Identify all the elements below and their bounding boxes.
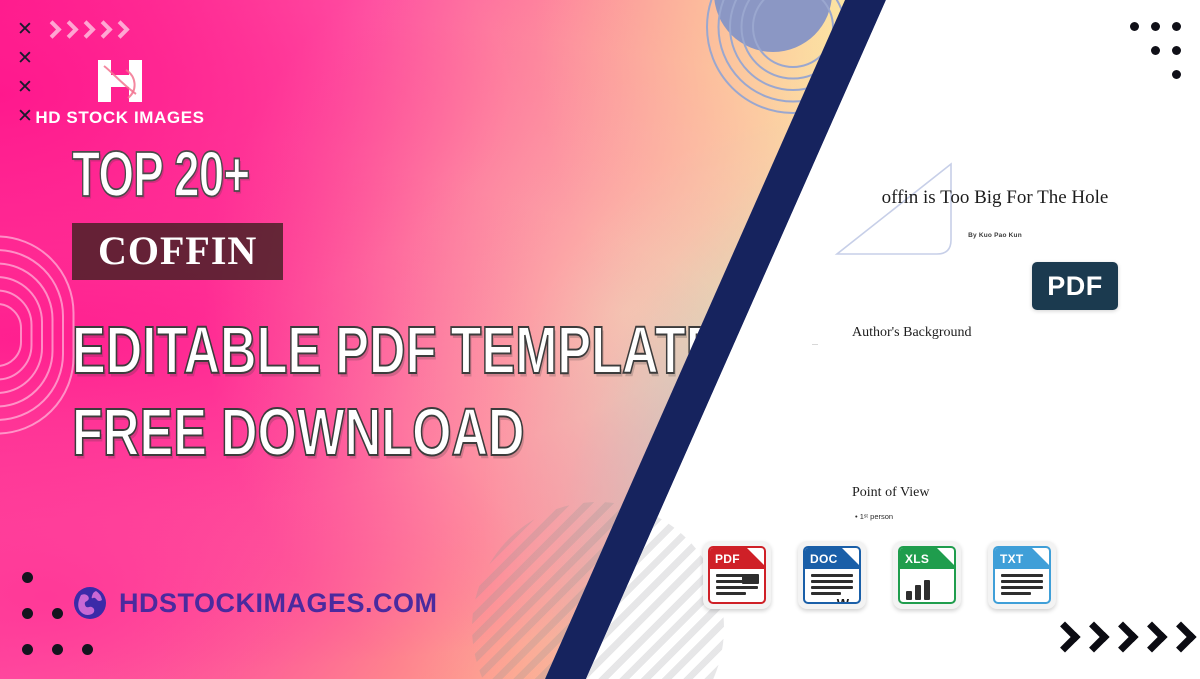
- file-icon-lines: W: [805, 569, 859, 604]
- decorative-dot: [1151, 46, 1160, 55]
- preview-ellipsis: ...: [812, 338, 818, 347]
- decorative-dot: [1151, 22, 1160, 31]
- file-type-icon-row: PDF DOC W XLS TXT: [703, 541, 1056, 609]
- decorative-dot: [22, 572, 33, 583]
- chevron-right-icon: [61, 20, 76, 42]
- brand-lockup: HD STOCK IMAGES: [34, 58, 206, 128]
- file-icon-line: [716, 585, 758, 589]
- file-type-icon-xls[interactable]: XLS: [893, 541, 961, 609]
- chevron-row-light-icon: [44, 20, 127, 42]
- file-icon-line: [811, 579, 853, 583]
- preview-section-heading-2: Point of View: [852, 485, 930, 500]
- chart-bar: [915, 585, 921, 600]
- headline-block: TOP 20+ COFFIN EDITABLE PDF TEMPLATES FR…: [71, 140, 754, 470]
- word-glyph-icon: W: [836, 595, 849, 604]
- website-footer[interactable]: HDSTOCKIMAGES.COM: [72, 585, 438, 621]
- x-mark-icon: ✕: [17, 105, 33, 127]
- file-icon-lines: [995, 569, 1049, 595]
- chevron-right-icon: [44, 20, 59, 42]
- file-icon-sheet: XLS: [898, 546, 956, 604]
- thumbnail-block-icon: [742, 574, 759, 584]
- preview-section-heading-1: Author's Background: [852, 325, 972, 340]
- website-url-text: HDSTOCKIMAGES.COM: [119, 587, 438, 618]
- arc-ring: [0, 235, 75, 435]
- file-icon-sheet: PDF: [708, 546, 766, 604]
- chevron-right-icon: [1050, 618, 1076, 654]
- chevron-right-icon: [1166, 618, 1192, 654]
- chart-bar: [924, 580, 930, 600]
- file-type-icon-pdf[interactable]: PDF: [703, 541, 771, 609]
- page-fold-highlight: [1032, 548, 1049, 565]
- decorative-dot: [52, 608, 63, 619]
- decorative-dot: [1130, 22, 1139, 31]
- keyword-badge-text: COFFIN: [98, 228, 258, 273]
- chevron-row-dark-icon: [1050, 618, 1192, 654]
- headline-eyebrow: TOP 20+: [71, 139, 250, 211]
- file-type-icon-txt[interactable]: TXT: [988, 541, 1056, 609]
- file-icon-sheet: TXT: [993, 546, 1051, 604]
- file-icon-line: [716, 591, 747, 595]
- preview-document-byline: By Kuo Pao Kun: [968, 232, 1022, 239]
- chevron-right-icon: [1137, 618, 1163, 654]
- brand-name-text: HD STOCK IMAGES: [35, 108, 205, 127]
- file-icon-line: [1001, 591, 1032, 595]
- file-icon-line: [1001, 574, 1043, 577]
- x-mark-icon: ✕: [17, 76, 33, 98]
- globe-icon: [72, 585, 108, 621]
- chevron-right-icon: [78, 20, 93, 42]
- pdf-badge[interactable]: PDF: [1032, 262, 1118, 310]
- chevron-right-icon: [95, 20, 110, 42]
- file-icon-sheet: DOC W: [803, 546, 861, 604]
- page-fold-highlight: [747, 548, 764, 565]
- decorative-dot: [82, 644, 93, 655]
- decorative-dot: [1172, 70, 1181, 79]
- chevron-right-icon: [1108, 618, 1134, 654]
- decorative-dot: [52, 644, 63, 655]
- x-mark-icon: ✕: [17, 47, 33, 69]
- document-page-corner-outline: [833, 162, 953, 256]
- concentric-arcs-decoration: [0, 235, 75, 435]
- file-icon-line: [811, 585, 853, 589]
- file-icon-line: [1001, 585, 1043, 589]
- chart-bar: [906, 591, 912, 600]
- chevron-right-icon: [1079, 618, 1105, 654]
- file-icon-line: [1001, 579, 1043, 583]
- decorative-dot: [1172, 22, 1181, 31]
- preview-document-title: offin is Too Big For The Hole: [881, 187, 1109, 208]
- page-fold-highlight: [937, 548, 954, 565]
- headline-line-1: EDITABLE PDF TEMPLATES: [71, 311, 754, 389]
- page-fold-highlight: [842, 548, 859, 565]
- poster-canvas: ✕ ✕ ✕ ✕ HD STOCK IMAGES TOP 20+ COFFIN E…: [0, 0, 1200, 679]
- decorative-dot: [22, 608, 33, 619]
- hd-logo-icon: [92, 58, 148, 104]
- file-icon-lines: [900, 569, 954, 600]
- decorative-dot: [1172, 46, 1181, 55]
- keyword-badge: COFFIN: [72, 223, 284, 280]
- dot-triangle-decoration: [1130, 14, 1188, 80]
- decorative-dot: [22, 644, 33, 655]
- headline-line-2: FREE DOWNLOAD: [71, 393, 525, 471]
- chevron-right-icon: [112, 20, 127, 42]
- x-mark-icon: ✕: [17, 18, 33, 40]
- file-icon-line: [811, 574, 853, 577]
- bar-chart-icon: [906, 574, 948, 600]
- file-type-icon-doc[interactable]: DOC W: [798, 541, 866, 609]
- file-icon-line: [811, 591, 842, 595]
- preview-section-bullet: • 1ˢᵗ person: [855, 512, 894, 521]
